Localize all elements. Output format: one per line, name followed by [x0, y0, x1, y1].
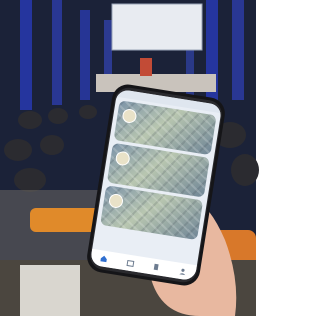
- projection-screen: [112, 4, 202, 50]
- company-logo-icon: [114, 150, 131, 167]
- company-logo-icon: [121, 107, 138, 125]
- company-logo-icon: [108, 192, 125, 209]
- calendar-icon: [126, 259, 135, 267]
- home-icon: [100, 255, 108, 263]
- building-icon: [153, 263, 159, 271]
- speaker: [140, 58, 152, 76]
- conference-photo: [0, 0, 269, 316]
- user-icon: [179, 268, 186, 276]
- tab-user[interactable]: [178, 267, 187, 276]
- tab-building[interactable]: [152, 262, 161, 271]
- tab-calendar[interactable]: [126, 258, 135, 267]
- tab-home[interactable]: [99, 254, 108, 263]
